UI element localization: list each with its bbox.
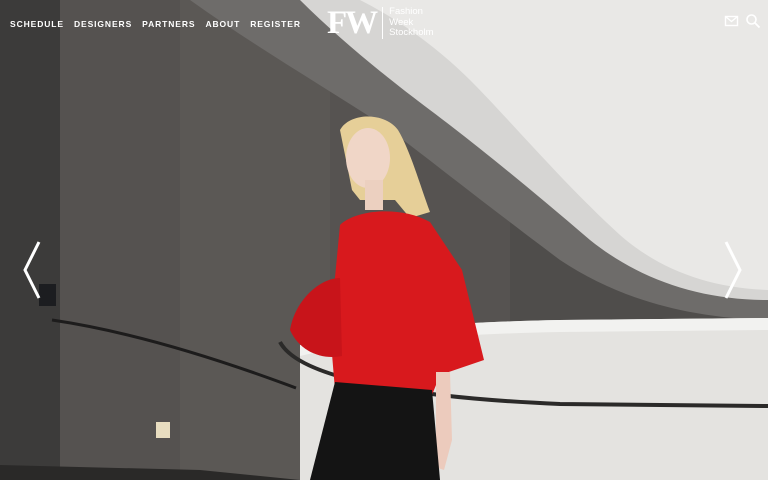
- nav-register[interactable]: REGISTER: [250, 19, 301, 29]
- nav-about[interactable]: ABOUT: [205, 19, 240, 29]
- logo-mark: FW: [327, 5, 378, 41]
- nav-designers[interactable]: DESIGNERS: [74, 19, 132, 29]
- site-logo[interactable]: FW Fashion Week Stockholm: [327, 6, 434, 40]
- logo-divider: [382, 7, 384, 39]
- nav-partners[interactable]: PARTNERS: [142, 19, 195, 29]
- logo-wordmark: Fashion Week Stockholm: [389, 7, 433, 39]
- main-nav: SCHEDULE DESIGNERS PARTNERS ABOUT REGIST…: [10, 19, 301, 29]
- hero-slideshow: SCHEDULE DESIGNERS PARTNERS ABOUT REGIST…: [0, 0, 768, 480]
- hero-image: [0, 0, 768, 480]
- search-icon[interactable]: [745, 13, 761, 29]
- nav-schedule[interactable]: SCHEDULE: [10, 19, 64, 29]
- chevron-right-icon[interactable]: [722, 240, 744, 300]
- chevron-left-icon[interactable]: [21, 240, 43, 300]
- mail-icon[interactable]: [724, 13, 740, 29]
- logo-line-3: Stockholm: [389, 27, 434, 39]
